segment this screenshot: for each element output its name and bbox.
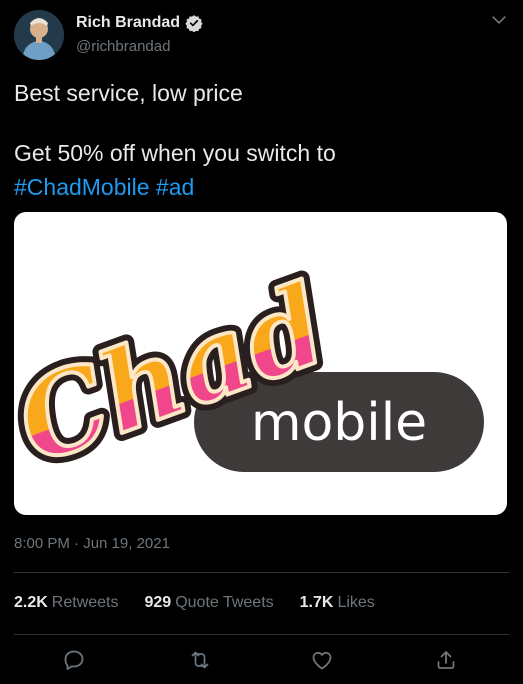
tweet-hashtags: #ChadMobile #ad <box>14 170 509 204</box>
retweets-label: Retweets <box>51 594 119 611</box>
share-icon[interactable] <box>434 648 458 672</box>
reply-icon[interactable] <box>62 648 86 672</box>
avatar-image <box>14 10 64 60</box>
divider <box>14 634 509 635</box>
tweet-actions <box>14 636 509 684</box>
tweet-stats: 2.2K Retweets 929 Quote Tweets 1.7K Likes <box>14 594 401 612</box>
likes-label: Likes <box>337 594 375 611</box>
avatar[interactable] <box>14 10 64 60</box>
quote-tweets-count: 929 <box>144 594 172 611</box>
author-name[interactable]: Rich Brandad <box>76 14 180 32</box>
retweet-icon[interactable] <box>188 648 212 672</box>
likes-count: 1.7K <box>299 594 334 611</box>
chad-mobile-logo: mobile Chad Chad <box>14 251 484 497</box>
tweet-timestamp[interactable]: 8:00 PM · Jun 19, 2021 <box>14 535 170 552</box>
retweets-count: 2.2K <box>14 594 48 611</box>
verified-badge-icon <box>185 15 203 32</box>
divider <box>14 572 509 573</box>
hashtag-ad[interactable]: #ad <box>156 174 194 200</box>
chevron-down-icon[interactable] <box>489 10 509 30</box>
stat-retweets[interactable]: 2.2K Retweets <box>14 594 119 612</box>
tweet-media-image[interactable]: mobile Chad Chad <box>14 212 507 515</box>
quote-tweets-label: Quote Tweets <box>175 594 274 611</box>
heart-icon[interactable] <box>310 648 334 672</box>
tweet-text: Best service, low price Get 50% off when… <box>14 76 509 204</box>
tweet-header: Rich Brandad @richbrandad <box>14 6 509 60</box>
tweet-line-1: Best service, low price <box>14 80 243 106</box>
stat-quote-tweets[interactable]: 929 Quote Tweets <box>145 594 274 612</box>
stat-likes[interactable]: 1.7K Likes <box>300 594 375 612</box>
author-row: Rich Brandad <box>76 14 203 32</box>
author-handle[interactable]: @richbrandad <box>76 38 170 55</box>
hashtag-chadmobile[interactable]: #ChadMobile <box>14 174 150 200</box>
tweet-line-2: Get 50% off when you switch to <box>14 140 336 166</box>
